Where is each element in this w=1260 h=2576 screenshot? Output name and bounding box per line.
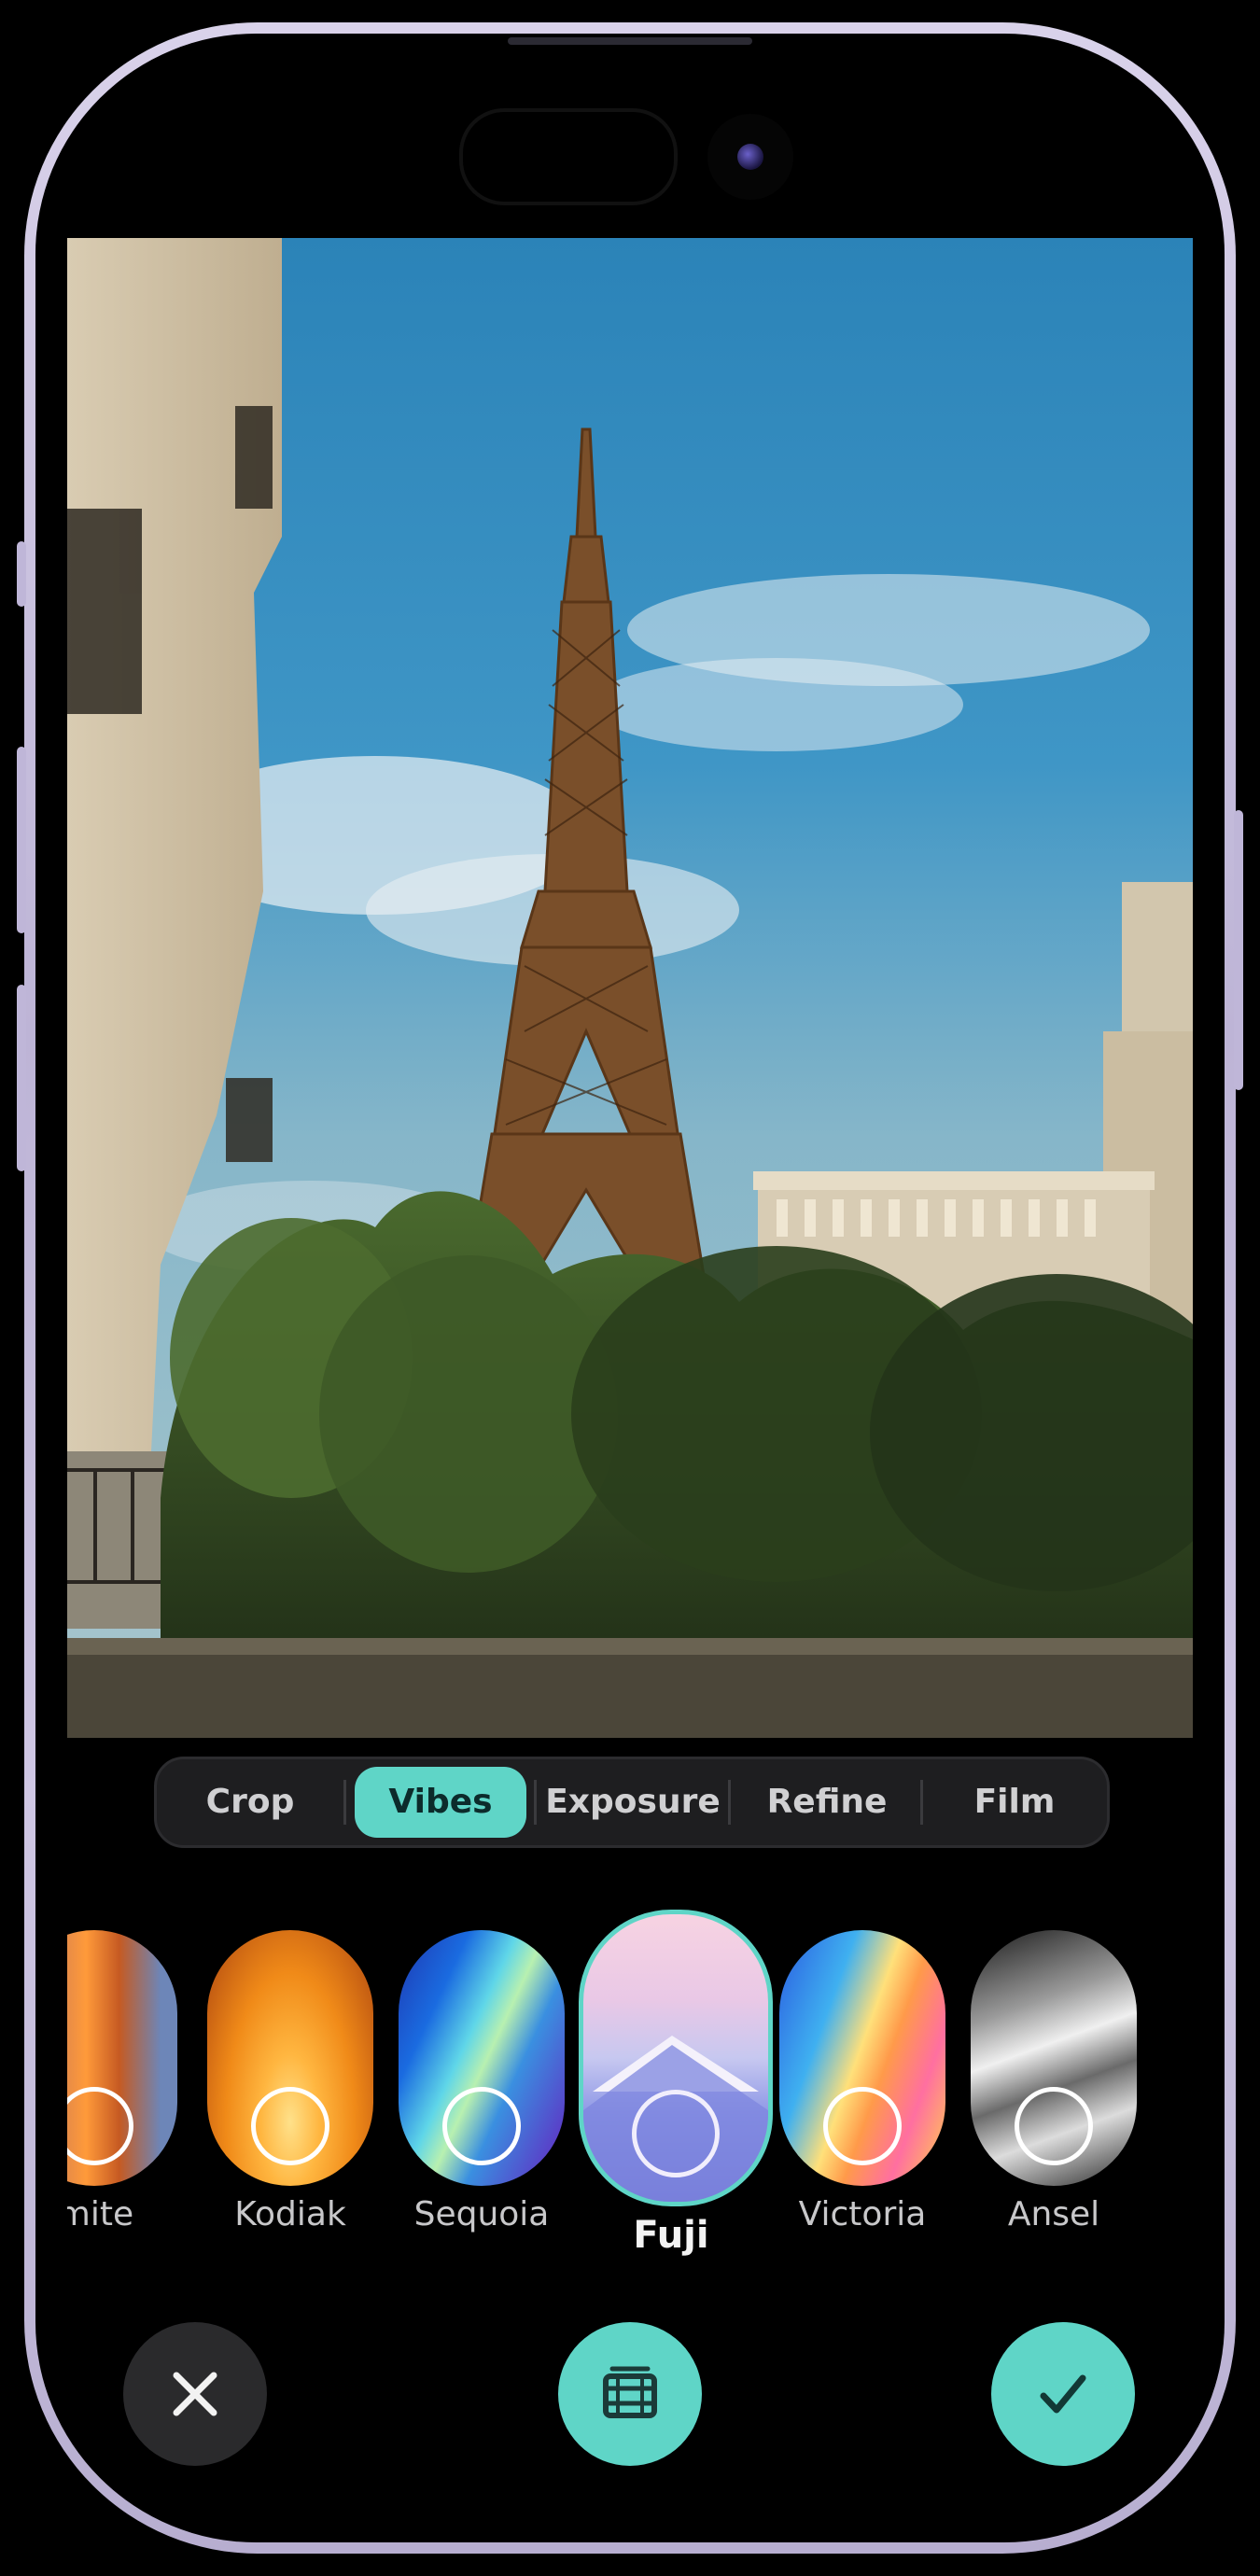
vibe-yosemite-thumbnail[interactable] [67, 1930, 177, 2186]
side-button-volume-down [17, 985, 26, 1171]
film-icon [603, 2366, 657, 2418]
front-camera [707, 114, 793, 200]
vibe-label-kodiak: Kodiak [234, 2195, 346, 2233]
speaker-grille [508, 37, 752, 45]
camera-lens-icon [737, 144, 763, 170]
vibe-selector-ring [632, 2090, 720, 2177]
side-button-volume-up [17, 747, 26, 933]
side-button-power [1234, 810, 1243, 1090]
tab-exposure[interactable]: Exposure [539, 1767, 726, 1838]
film-button[interactable] [558, 2322, 702, 2466]
side-button-action [17, 541, 26, 607]
vibe-sequoia-thumbnail[interactable] [399, 1930, 565, 2186]
vibe-label-yosemite: semite [67, 2195, 134, 2233]
vibe-victoria-thumbnail[interactable] [779, 1930, 945, 2186]
vibe-kodiak-thumbnail[interactable] [207, 1930, 373, 2186]
vibe-label-sequoia: Sequoia [413, 2195, 550, 2233]
vibe-label-victoria: Victoria [798, 2195, 927, 2233]
tab-vibes[interactable]: Vibes [355, 1767, 526, 1838]
vibe-fuji-thumbnail[interactable] [579, 1910, 773, 2206]
tab-separator [920, 1780, 923, 1825]
tab-refine[interactable]: Refine [735, 1767, 918, 1838]
vibe-label-fuji: Fuji [633, 2214, 709, 2257]
vibe-selector-ring [823, 2087, 902, 2165]
checkmark-icon [1040, 2374, 1086, 2414]
vibe-ansel-thumbnail[interactable] [971, 1930, 1137, 2186]
tab-crop[interactable]: Crop [175, 1767, 325, 1838]
tab-separator [728, 1780, 731, 1825]
photo-illustration [67, 238, 1193, 1738]
vibes-carousel-viewport: semite Kodiak Sequoia Fuji Victoria Anse… [67, 1904, 1193, 2259]
vibe-selector-ring [67, 2087, 133, 2165]
edit-mode-tabbar: Crop Vibes Exposure Refine Film [154, 1757, 1110, 1848]
vibe-selector-ring [442, 2087, 521, 2165]
confirm-button[interactable] [991, 2322, 1135, 2466]
close-icon [173, 2372, 217, 2416]
tab-film[interactable]: Film [926, 1767, 1103, 1838]
vibe-label-ansel: Ansel [1007, 2195, 1100, 2233]
photo-preview[interactable] [67, 238, 1193, 1738]
vibe-selector-ring [1015, 2087, 1093, 2165]
tab-separator [343, 1780, 346, 1825]
vibe-selector-ring [251, 2087, 329, 2165]
cancel-button[interactable] [123, 2322, 267, 2466]
tab-separator [534, 1780, 537, 1825]
dynamic-island [459, 108, 678, 205]
